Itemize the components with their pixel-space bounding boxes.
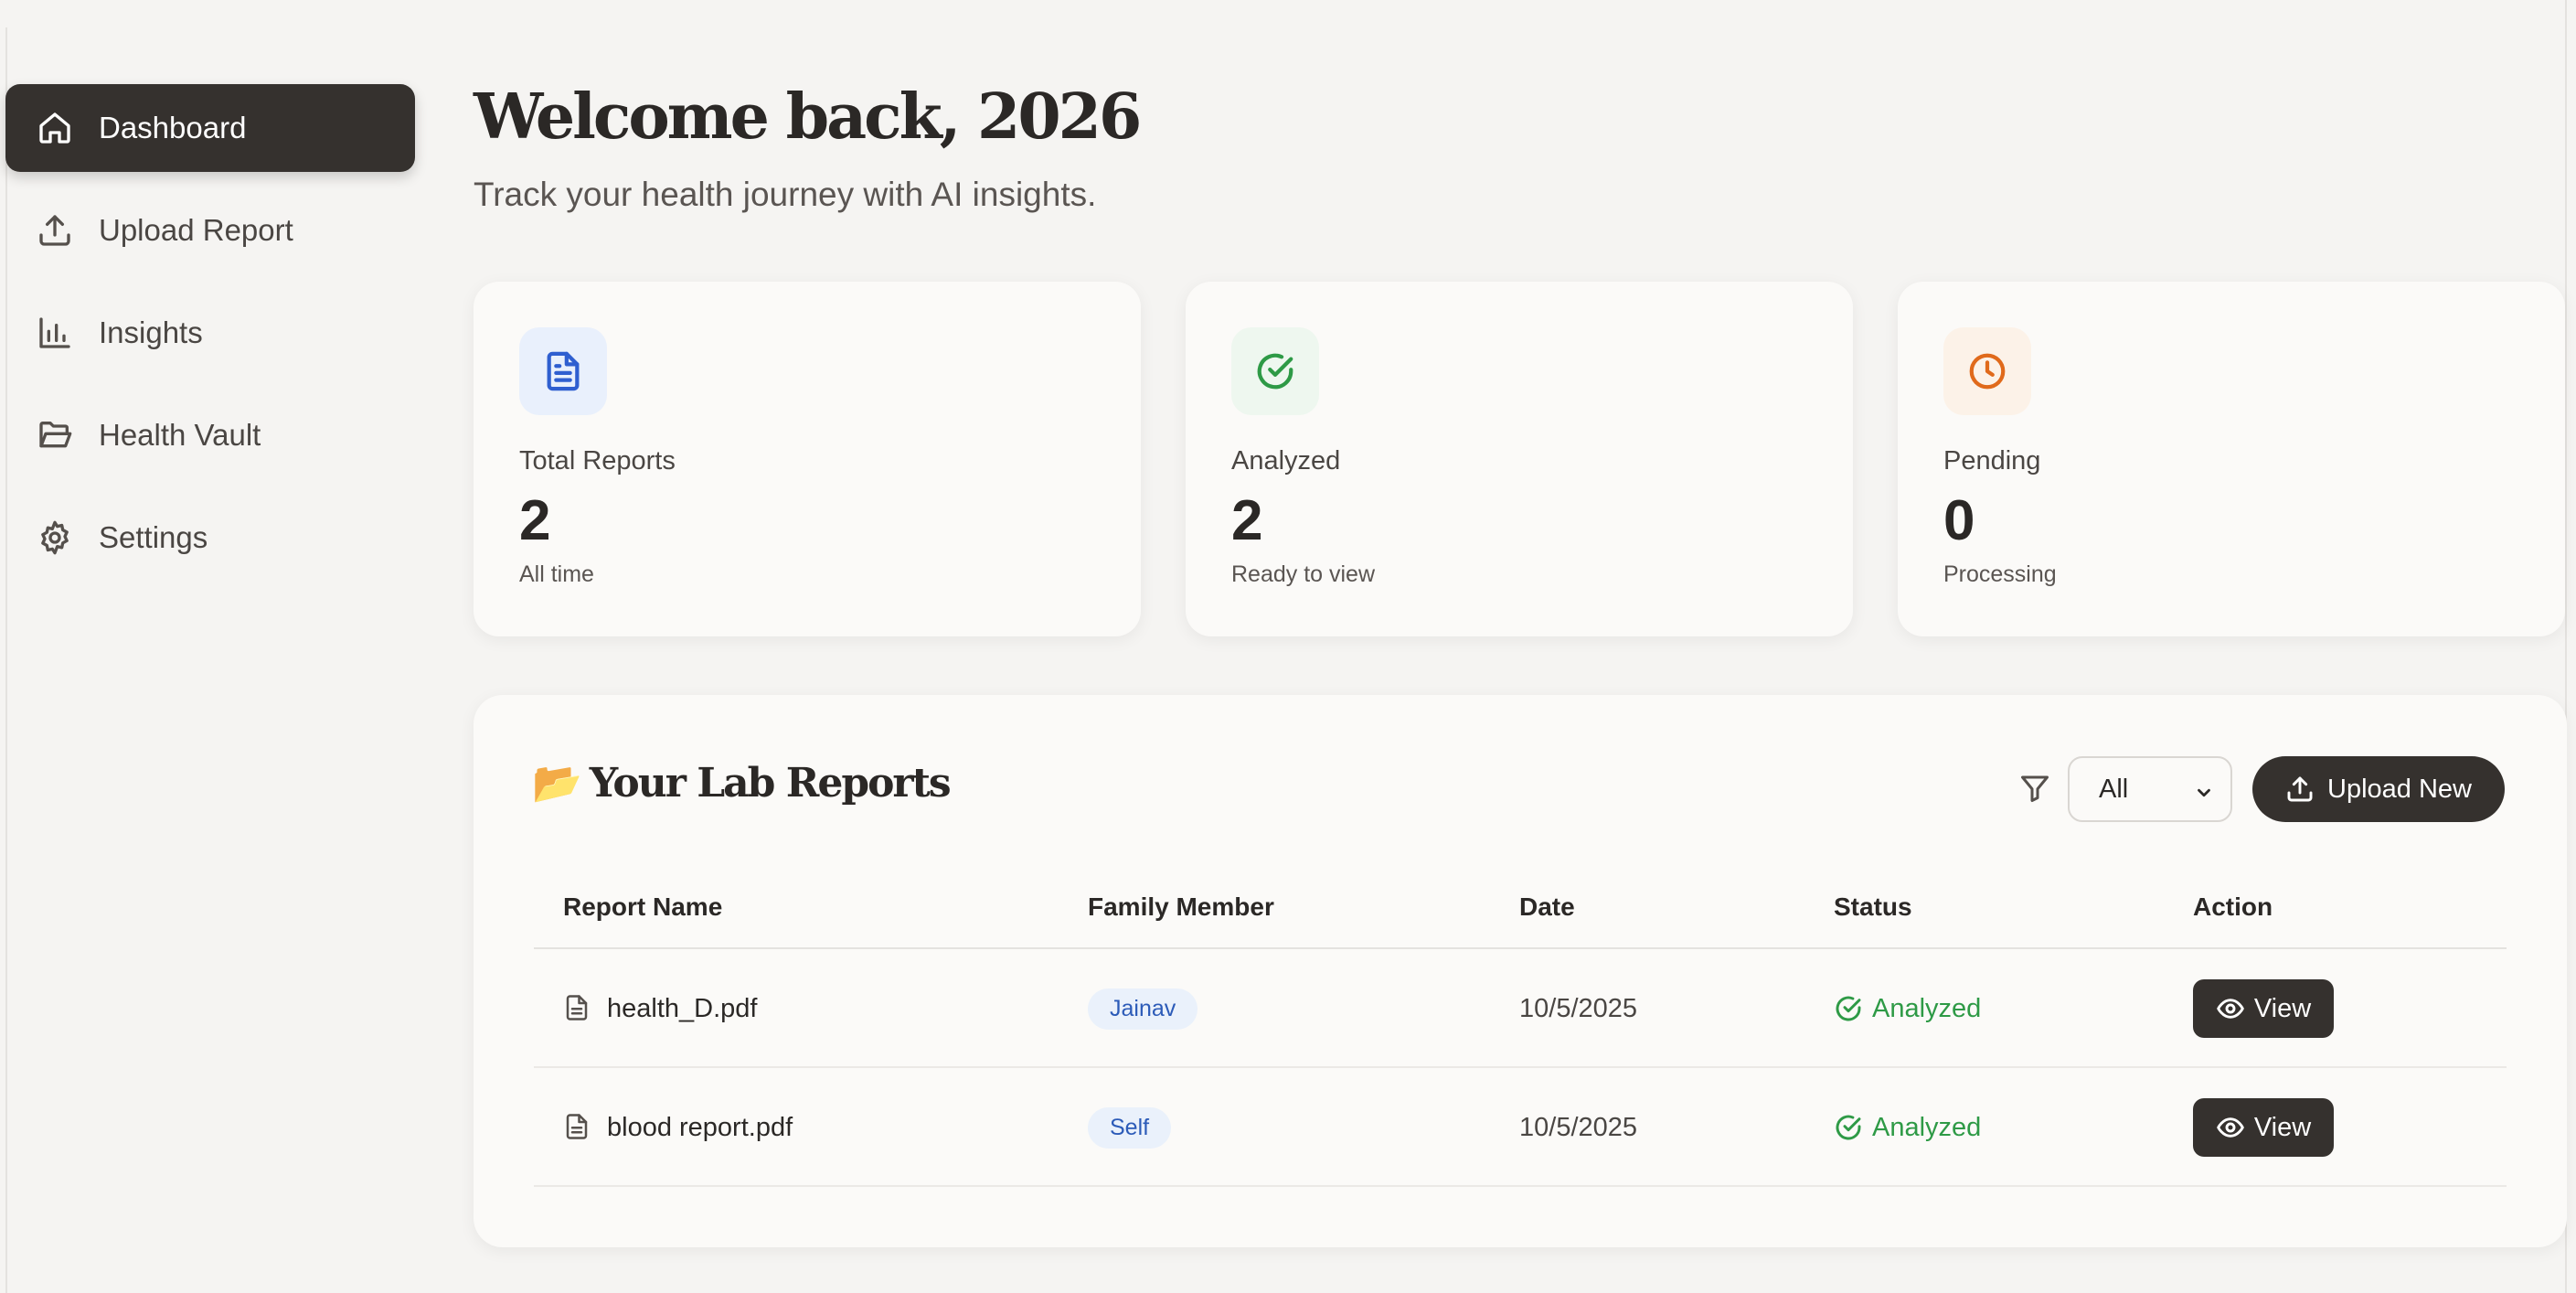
status-text: Analyzed	[1872, 1112, 1982, 1142]
column-header-report-name: Report Name	[563, 892, 723, 921]
family-member-cell: Jainav	[1088, 949, 1198, 1068]
stat-card-pending: Pending 0 Processing	[1898, 282, 2565, 636]
lab-reports-title: 📂 Your Lab Reports	[532, 759, 952, 807]
stat-subtext: All time	[519, 561, 594, 587]
stat-subtext: Ready to view	[1231, 561, 1376, 587]
family-member-badge: Self	[1088, 1106, 1172, 1149]
sidebar-item-health-vault[interactable]: Health Vault	[5, 391, 415, 479]
report-date: 10/5/2025	[1519, 1112, 1638, 1142]
lab-reports-title-text: Your Lab Reports	[589, 760, 952, 807]
report-name-cell: health_D.pdf	[563, 949, 757, 1068]
sidebar-item-label: Insights	[99, 315, 203, 349]
column-header-date: Date	[1519, 892, 1575, 921]
view-button-label: View	[2253, 993, 2312, 1023]
stat-card-analyzed: Analyzed 2 Ready to view	[1186, 282, 1853, 636]
filter-select-value: All	[2099, 774, 2129, 804]
check-circle-icon	[1231, 327, 1319, 415]
sidebar-item-upload-report[interactable]: Upload Report	[5, 187, 415, 274]
file-icon	[563, 1113, 592, 1142]
document-icon	[519, 327, 607, 415]
lab-reports-table: Report Name Family Member Date Status Ac…	[534, 878, 2507, 1187]
chevron-down-icon	[2194, 780, 2214, 800]
status-badge: Analyzed	[1834, 1068, 1981, 1187]
folder-open-icon	[35, 415, 75, 455]
column-header-family-member: Family Member	[1088, 892, 1274, 921]
status-text: Analyzed	[1872, 993, 1982, 1023]
action-cell: View	[2193, 949, 2334, 1068]
stat-label: Analyzed	[1231, 446, 1341, 476]
check-circle-icon	[1836, 1115, 1861, 1140]
stat-subtext: Processing	[1943, 561, 2057, 587]
upload-new-button[interactable]: Upload New	[2252, 756, 2505, 822]
stat-label: Total Reports	[519, 446, 676, 476]
report-name: blood report.pdf	[607, 1112, 793, 1142]
view-button[interactable]: View	[2193, 1098, 2334, 1157]
column-header-action: Action	[2193, 892, 2273, 921]
clock-icon	[1943, 327, 2031, 415]
column-header-status: Status	[1834, 892, 1912, 921]
eye-icon	[2217, 1117, 2244, 1138]
upload-icon	[35, 210, 75, 251]
file-icon	[563, 994, 592, 1023]
view-button-label: View	[2253, 1112, 2312, 1142]
family-member-filter-select[interactable]: All	[2068, 756, 2232, 822]
sidebar: Dashboard Upload Report Insights Health …	[5, 84, 415, 596]
stat-value: 0	[1943, 489, 1975, 552]
report-name: health_D.pdf	[607, 993, 758, 1023]
view-button[interactable]: View	[2193, 979, 2334, 1038]
eye-icon	[2217, 999, 2244, 1019]
bar-chart-icon	[35, 313, 75, 353]
sidebar-item-dashboard[interactable]: Dashboard	[5, 84, 415, 172]
status-badge: Analyzed	[1834, 949, 1981, 1068]
sidebar-item-label: Settings	[99, 520, 208, 554]
gear-icon	[35, 518, 75, 558]
sidebar-item-insights[interactable]: Insights	[5, 289, 415, 377]
stat-value: 2	[1231, 489, 1263, 552]
family-member-cell: Self	[1088, 1068, 1172, 1187]
table-header: Report Name Family Member Date Status Ac…	[534, 878, 2507, 949]
filter-icon[interactable]	[2018, 772, 2055, 808]
sidebar-item-settings[interactable]: Settings	[5, 494, 415, 582]
folder-emoji-icon: 📂	[532, 760, 582, 807]
stat-card-total-reports: Total Reports 2 All time	[474, 282, 1141, 636]
sidebar-item-label: Health Vault	[99, 418, 261, 452]
table-row: health_D.pdf Jainav 10/5/2025 Analyzed V…	[534, 949, 2507, 1068]
family-member-badge: Jainav	[1088, 988, 1198, 1030]
report-date: 10/5/2025	[1519, 993, 1638, 1023]
page-subtitle: Track your health journey with AI insigh…	[474, 176, 1097, 213]
sidebar-item-label: Upload Report	[99, 213, 293, 247]
check-circle-icon	[1836, 996, 1861, 1021]
upload-icon	[2287, 776, 2313, 802]
report-name-cell: blood report.pdf	[563, 1068, 793, 1187]
sidebar-item-label: Dashboard	[99, 111, 247, 144]
app-window: Dashboard Upload Report Insights Health …	[0, 0, 2576, 1293]
upload-new-label: Upload New	[2327, 774, 2472, 804]
stats-row: Total Reports 2 All time Analyzed 2 Read…	[474, 282, 2567, 636]
table-row: blood report.pdf Self 10/5/2025 Analyzed…	[534, 1068, 2507, 1187]
stat-value: 2	[519, 489, 551, 552]
stat-label: Pending	[1943, 446, 2041, 476]
page-title: Welcome back, 2026	[474, 80, 1142, 154]
home-icon	[35, 108, 75, 148]
action-cell: View	[2193, 1068, 2334, 1187]
